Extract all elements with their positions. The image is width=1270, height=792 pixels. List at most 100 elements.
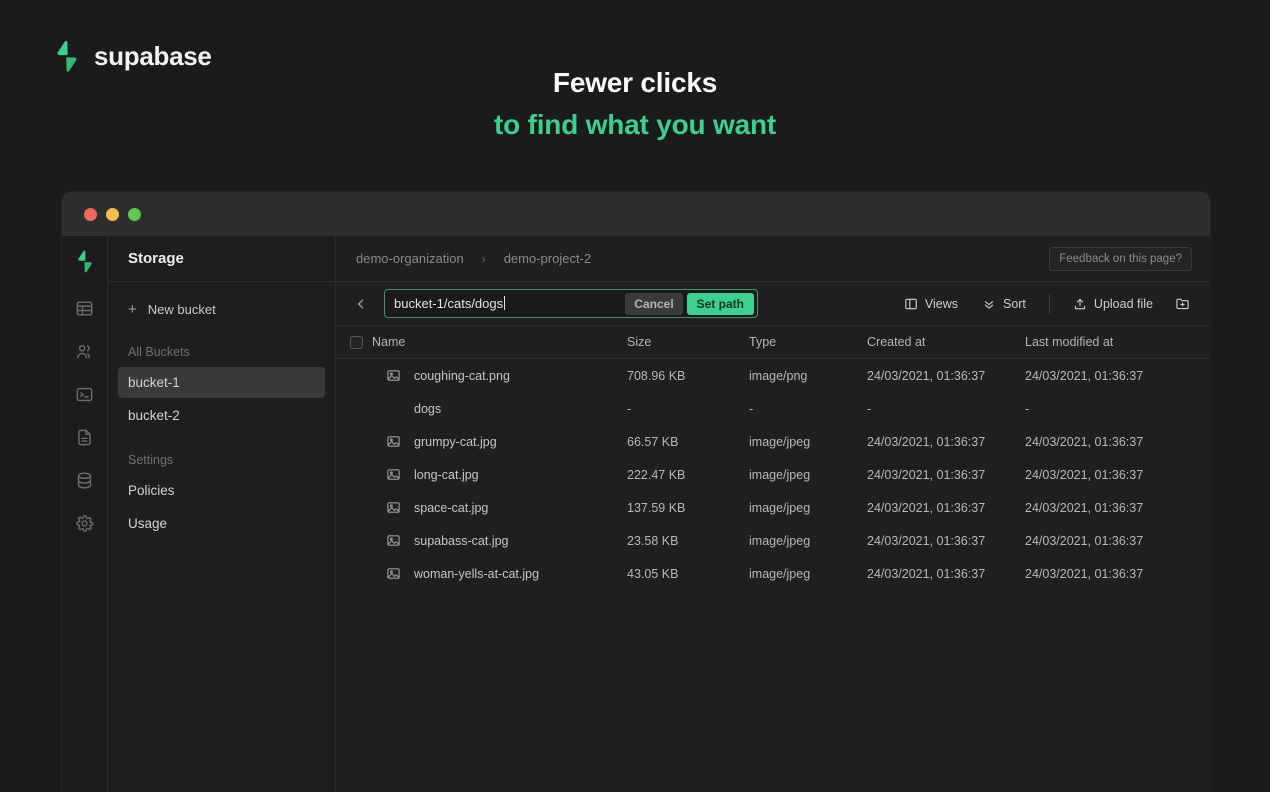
database-icon[interactable] [74, 469, 96, 491]
headline: Fewer clicks to find what you want [0, 62, 1270, 146]
sidebar-item-bucket-1[interactable]: bucket-1 [118, 367, 325, 398]
file-name-cell[interactable]: coughing-cat.png [372, 359, 627, 393]
path-input-value: bucket-1/cats/dogs [394, 296, 503, 311]
row-select-cell[interactable] [336, 425, 372, 458]
supabase-lightning-icon[interactable] [74, 250, 96, 272]
select-all-checkbox[interactable] [350, 336, 363, 349]
sidebar-item-policies[interactable]: Policies [118, 475, 325, 506]
breadcrumb: demo-organization › demo-project-2 Feedb… [336, 236, 1210, 282]
file-name-cell[interactable]: space-cat.jpg [372, 491, 627, 524]
users-icon[interactable] [74, 340, 96, 362]
upload-file-button[interactable]: Upload file [1064, 292, 1162, 316]
file-type: image/png [749, 359, 867, 393]
chevron-right-icon: › [482, 252, 486, 266]
row-select-cell[interactable] [336, 557, 372, 590]
sidebar-section-all-buckets: All Buckets [118, 339, 325, 365]
image-file-icon [386, 500, 401, 515]
table-row[interactable]: dogs---- [336, 392, 1210, 425]
cancel-button[interactable]: Cancel [625, 293, 682, 315]
icon-rail [62, 236, 108, 792]
headline-line-1: Fewer clicks [0, 62, 1270, 104]
file-table-body: coughing-cat.png708.96 KBimage/png24/03/… [336, 359, 1210, 591]
file-name: woman-yells-at-cat.jpg [414, 567, 539, 581]
file-created-at: 24/03/2021, 01:36:37 [867, 524, 1025, 557]
new-bucket-button[interactable]: + New bucket [118, 296, 325, 323]
file-type: image/jpeg [749, 524, 867, 557]
file-name: coughing-cat.png [414, 369, 510, 383]
plus-icon: + [128, 302, 137, 317]
table-row[interactable]: supabass-cat.jpg23.58 KBimage/jpeg24/03/… [336, 524, 1210, 557]
file-created-at: 24/03/2021, 01:36:37 [867, 359, 1025, 393]
file-last-modified-at: 24/03/2021, 01:36:37 [1025, 557, 1210, 590]
sidebar-item-bucket-2[interactable]: bucket-2 [118, 400, 325, 431]
page-title: Storage [128, 250, 184, 267]
path-input[interactable]: bucket-1/cats/dogs [394, 296, 625, 311]
file-type: - [749, 392, 867, 425]
folder-plus-icon[interactable] [1168, 291, 1196, 317]
file-last-modified-at: 24/03/2021, 01:36:37 [1025, 458, 1210, 491]
sidebar-section-settings: Settings [118, 447, 325, 473]
sort-button[interactable]: Sort [973, 292, 1035, 316]
file-name: long-cat.jpg [414, 468, 479, 482]
file-last-modified-at: 24/03/2021, 01:36:37 [1025, 524, 1210, 557]
maximize-window-button[interactable] [128, 208, 141, 221]
row-select-cell[interactable] [336, 524, 372, 557]
column-header-name[interactable]: Name [372, 326, 627, 359]
table-row[interactable]: grumpy-cat.jpg66.57 KBimage/jpeg24/03/20… [336, 425, 1210, 458]
column-header-type[interactable]: Type [749, 326, 867, 359]
table-row[interactable]: coughing-cat.png 708.96 KBimage/png24/03/… [336, 359, 1210, 393]
file-type: image/jpeg [749, 458, 867, 491]
toolbar-actions: Views Sort Upload file [895, 291, 1196, 317]
table-row[interactable]: woman-yells-at-cat.jpg43.05 KBimage/jpeg… [336, 557, 1210, 590]
chevron-left-icon[interactable] [348, 291, 374, 317]
file-name-cell[interactable]: grumpy-cat.jpg [372, 425, 627, 458]
window-titlebar [62, 192, 1210, 236]
file-name-cell[interactable]: supabass-cat.jpg [372, 524, 627, 557]
file-size: 137.59 KB [627, 491, 749, 524]
file-name-cell[interactable]: long-cat.jpg [372, 458, 627, 491]
feedback-button[interactable]: Feedback on this page? [1049, 247, 1192, 271]
file-created-at: 24/03/2021, 01:36:37 [867, 557, 1025, 590]
row-select-cell[interactable] [336, 359, 372, 393]
file-name: space-cat.jpg [414, 501, 488, 515]
table-icon[interactable] [74, 297, 96, 319]
file-text-icon[interactable] [74, 426, 96, 448]
file-type: image/jpeg [749, 557, 867, 590]
file-last-modified-at: 24/03/2021, 01:36:37 [1025, 491, 1210, 524]
row-select-cell[interactable] [336, 491, 372, 524]
headline-line-2: to find what you want [0, 104, 1270, 146]
storage-sidebar: Storage + New bucket All Buckets bucket-… [108, 236, 336, 792]
folder-icon [386, 401, 401, 416]
table-row[interactable]: space-cat.jpg 137.59 KBimage/jpeg 24/03/20… [336, 491, 1210, 524]
file-type: image/jpeg [749, 491, 867, 524]
table-row[interactable]: long-cat.jpg222.47 KBimage/jpeg24/03/202… [336, 458, 1210, 491]
file-name-cell[interactable]: woman-yells-at-cat.jpg [372, 557, 627, 590]
file-created-at: 24/03/2021, 01:36:37 [867, 458, 1025, 491]
file-type: image/jpeg [749, 425, 867, 458]
breadcrumb-project[interactable]: demo-project-2 [504, 251, 591, 266]
sql-terminal-icon[interactable] [74, 383, 96, 405]
path-input-field[interactable]: bucket-1/cats/dogs Cancel Set path [384, 289, 758, 318]
breadcrumb-organization[interactable]: demo-organization [356, 251, 464, 266]
close-window-button[interactable] [84, 208, 97, 221]
sidebar-header: Storage [108, 236, 335, 282]
views-button[interactable]: Views [895, 292, 967, 316]
column-header-last-modified-at[interactable]: Last modified at [1025, 326, 1210, 359]
gear-icon[interactable] [74, 512, 96, 534]
column-header-created-at[interactable]: Created at [867, 326, 1025, 359]
column-header-size[interactable]: Size [627, 326, 749, 359]
minimize-window-button[interactable] [106, 208, 119, 221]
set-path-button[interactable]: Set path [687, 293, 754, 315]
file-size: 708.96 KB [627, 359, 749, 393]
select-all-header [336, 326, 372, 359]
file-created-at: - [867, 392, 1025, 425]
toolbar-divider [1049, 294, 1050, 314]
row-select-cell[interactable] [336, 392, 372, 425]
row-select-cell[interactable] [336, 458, 372, 491]
file-name-cell[interactable]: dogs [372, 392, 627, 425]
file-table: Name Size Type Created at Last modified … [336, 326, 1210, 590]
upload-icon [1073, 297, 1087, 311]
columns-icon [904, 297, 918, 311]
table-header-row: Name Size Type Created at Last modified … [336, 326, 1210, 359]
sidebar-item-usage[interactable]: Usage [118, 508, 325, 539]
